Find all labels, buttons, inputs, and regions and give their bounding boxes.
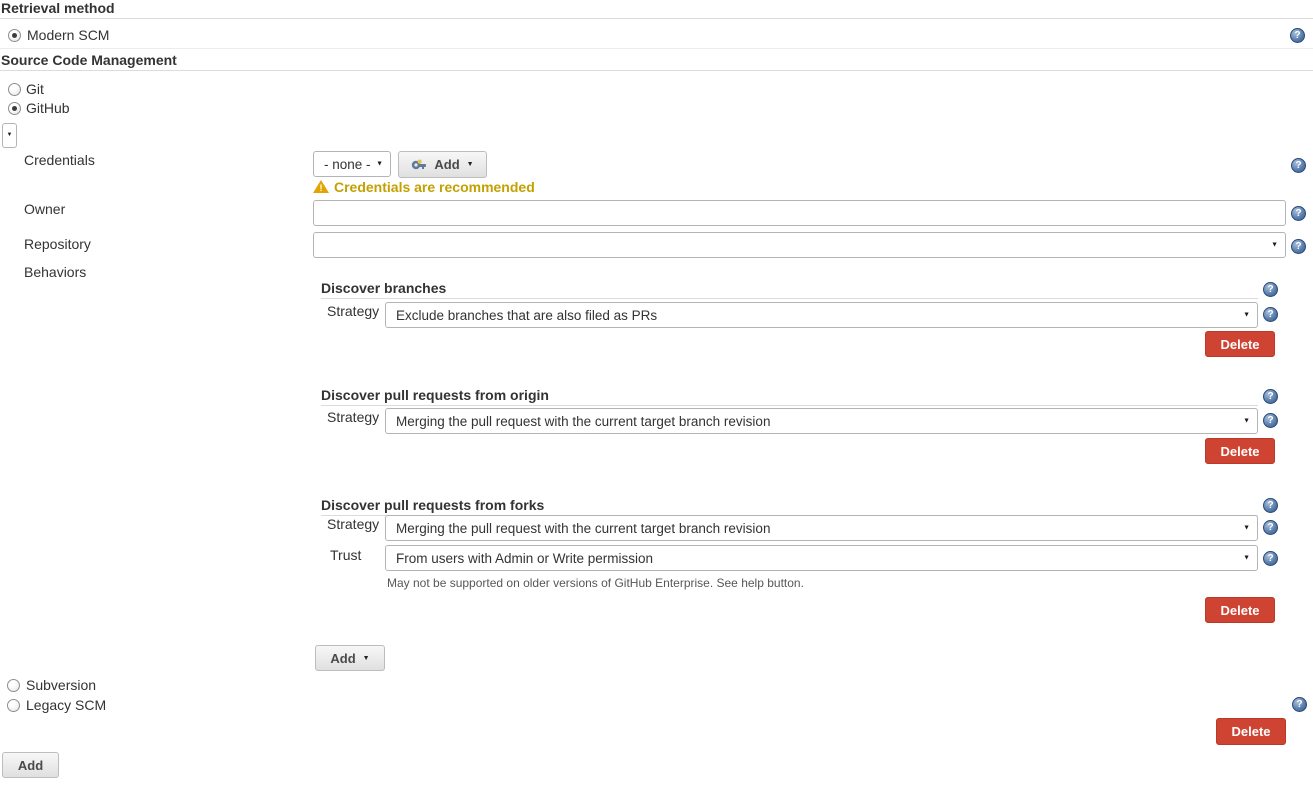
- strategy-label: Strategy: [327, 516, 379, 532]
- pr-origin-strategy-select[interactable]: Merging the pull request with the curren…: [385, 408, 1258, 434]
- credentials-add-button[interactable]: Add ▼: [398, 151, 487, 178]
- owner-input[interactable]: [313, 200, 1286, 226]
- help-icon[interactable]: ?: [1263, 389, 1278, 404]
- delete-behavior-button[interactable]: Delete: [1205, 331, 1275, 357]
- behaviors-label: Behaviors: [24, 264, 86, 280]
- behavior-title-pr-origin: Discover pull requests from origin: [321, 387, 1258, 406]
- chevron-down-icon: ▼: [7, 132, 13, 139]
- trust-note: May not be supported on older versions o…: [387, 576, 804, 590]
- repository-select[interactable]: ▼: [313, 232, 1286, 258]
- behavior-title-pr-forks: Discover pull requests from forks: [321, 497, 1258, 516]
- help-icon[interactable]: ?: [1263, 520, 1278, 535]
- pr-forks-trust-select[interactable]: From users with Admin or Write permissio…: [385, 545, 1258, 571]
- help-icon[interactable]: ?: [1291, 158, 1306, 173]
- chevron-down-icon: ▼: [1243, 312, 1250, 319]
- branches-strategy-select[interactable]: Exclude branches that are also filed as …: [385, 302, 1258, 328]
- help-icon[interactable]: ?: [1291, 206, 1306, 221]
- radio-git[interactable]: [8, 83, 21, 96]
- radio-legacy-scm-label: Legacy SCM: [26, 697, 106, 713]
- help-icon[interactable]: ?: [1263, 551, 1278, 566]
- pr-forks-strategy-select[interactable]: Merging the pull request with the curren…: [385, 515, 1258, 541]
- help-icon[interactable]: ?: [1263, 282, 1278, 297]
- retrieval-method-header: Retrieval method: [0, 0, 1313, 19]
- credentials-select[interactable]: - none - ▼: [313, 151, 391, 177]
- delete-behavior-button[interactable]: Delete: [1205, 438, 1275, 464]
- repository-label: Repository: [24, 236, 91, 252]
- chevron-down-icon: ▼: [1243, 525, 1250, 532]
- radio-github[interactable]: [8, 102, 21, 115]
- chevron-down-icon: ▼: [363, 655, 370, 662]
- delete-behavior-button[interactable]: Delete: [1205, 597, 1275, 623]
- radio-github-label: GitHub: [26, 100, 70, 116]
- add-behavior-button[interactable]: Add ▼: [315, 645, 385, 671]
- chevron-down-icon: ▼: [1271, 242, 1278, 249]
- delete-source-button[interactable]: Delete: [1216, 718, 1286, 745]
- key-icon: [411, 159, 427, 171]
- trust-label: Trust: [330, 547, 361, 563]
- chevron-down-icon: ▼: [376, 161, 383, 168]
- help-icon[interactable]: ?: [1263, 307, 1278, 322]
- warning-icon: !: [313, 180, 329, 193]
- pr-forks-strategy-value: Merging the pull request with the curren…: [396, 521, 770, 536]
- help-icon[interactable]: ?: [1263, 413, 1278, 428]
- credentials-warning-text: Credentials are recommended: [334, 179, 535, 195]
- help-icon[interactable]: ?: [1292, 697, 1307, 712]
- help-icon[interactable]: ?: [1263, 498, 1278, 513]
- branches-strategy-value: Exclude branches that are also filed as …: [396, 308, 657, 323]
- radio-subversion-label: Subversion: [26, 677, 96, 693]
- credentials-label: Credentials: [24, 152, 95, 168]
- pr-forks-trust-value: From users with Admin or Write permissio…: [396, 551, 653, 566]
- behavior-title-discover-branches: Discover branches: [321, 280, 1258, 299]
- help-icon[interactable]: ?: [1290, 28, 1305, 43]
- add-behavior-label: Add: [330, 651, 355, 666]
- strategy-label: Strategy: [327, 303, 379, 319]
- pr-origin-strategy-value: Merging the pull request with the curren…: [396, 414, 770, 429]
- github-source-select[interactable]: ▼: [2, 123, 17, 148]
- section-divider: [0, 48, 1313, 49]
- radio-subversion[interactable]: [7, 679, 20, 692]
- chevron-down-icon: ▼: [1243, 418, 1250, 425]
- add-source-button[interactable]: Add: [2, 752, 59, 778]
- help-icon[interactable]: ?: [1291, 239, 1306, 254]
- branch-sources-config: Retrieval method Modern SCM ? Source Cod…: [0, 0, 1313, 792]
- scm-header: Source Code Management: [0, 52, 1313, 71]
- radio-legacy-scm[interactable]: [7, 699, 20, 712]
- radio-modern-scm[interactable]: [8, 29, 21, 42]
- owner-label: Owner: [24, 201, 65, 217]
- chevron-down-icon: ▼: [467, 161, 474, 168]
- warning-glyph: !: [320, 183, 323, 193]
- chevron-down-icon: ▼: [1243, 555, 1250, 562]
- radio-modern-scm-label: Modern SCM: [27, 27, 109, 43]
- radio-git-label: Git: [26, 81, 44, 97]
- strategy-label: Strategy: [327, 409, 379, 425]
- credentials-add-label: Add: [434, 157, 459, 172]
- credentials-select-value: - none -: [324, 157, 371, 172]
